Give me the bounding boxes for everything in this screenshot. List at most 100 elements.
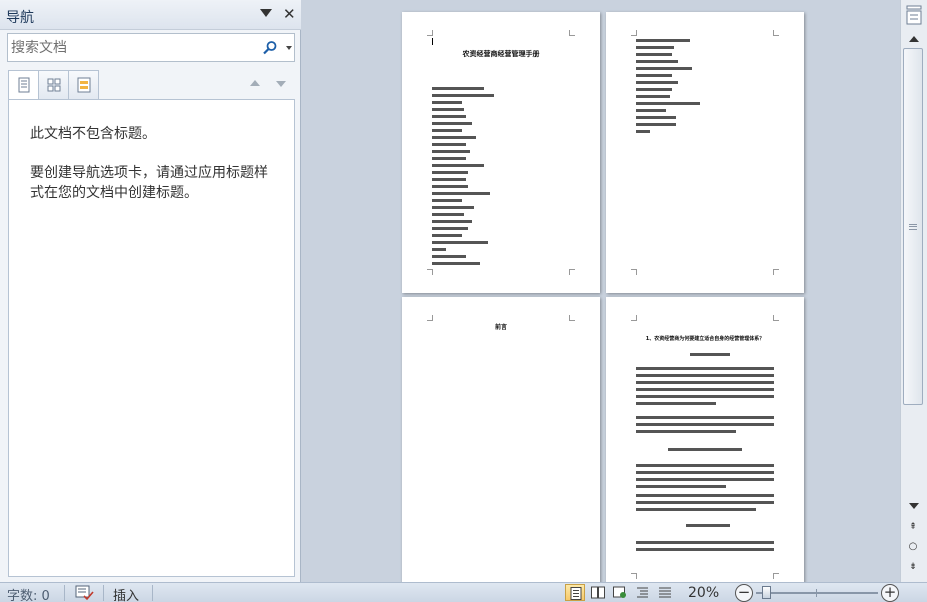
- text-line: [432, 178, 466, 181]
- text-line: [636, 501, 774, 504]
- crop-mark: [427, 315, 433, 321]
- nav-menu-dropdown-icon[interactable]: [260, 9, 272, 17]
- search-options-dropdown-icon[interactable]: [286, 46, 292, 50]
- grip-icon: [909, 224, 917, 230]
- text-line: [432, 129, 462, 132]
- text-line: [636, 39, 690, 42]
- text-line: [432, 115, 466, 118]
- ruler-toggle-icon[interactable]: [905, 4, 923, 26]
- previous-page-icon[interactable]: ⇞: [906, 520, 920, 534]
- crop-mark: [569, 315, 575, 321]
- no-headings-message: 此文档不包含标题。: [30, 126, 156, 142]
- zoom-out-button[interactable]: −: [735, 584, 753, 602]
- next-heading-icon[interactable]: [276, 81, 286, 87]
- tab-browse-headings[interactable]: [8, 70, 39, 100]
- text-line: [432, 164, 484, 167]
- document-page[interactable]: 1、农资经营商为何要建立适合自身的经营管理体系？: [606, 297, 804, 582]
- text-line: [432, 262, 480, 265]
- text-line: [636, 541, 774, 544]
- text-line: [668, 448, 742, 451]
- document-page[interactable]: [606, 12, 804, 293]
- text-line: [636, 109, 666, 112]
- text-line: [636, 74, 672, 77]
- search-icon[interactable]: [262, 40, 278, 56]
- vertical-scrollbar[interactable]: ⇞ ○ ⇟: [900, 0, 927, 582]
- text-line: [636, 494, 774, 497]
- text-line: [636, 53, 672, 56]
- crop-mark: [773, 573, 779, 579]
- text-line: [636, 102, 700, 105]
- draft-view-button[interactable]: [655, 584, 675, 601]
- document-page[interactable]: 农资经营商经营管理手册: [402, 12, 600, 293]
- crop-mark: [773, 315, 779, 321]
- crop-mark: [569, 30, 575, 36]
- full-screen-reading-view-button[interactable]: [588, 584, 608, 601]
- text-line: [432, 199, 462, 202]
- crop-mark: [631, 30, 637, 36]
- scroll-down-arrow-icon[interactable]: [909, 503, 919, 509]
- text-line: [432, 185, 468, 188]
- previous-heading-icon[interactable]: [250, 80, 260, 86]
- text-line: [636, 464, 774, 467]
- text-line: [636, 388, 774, 391]
- print-layout-icon: [570, 587, 582, 600]
- create-headings-hint: 要创建导航选项卡，请通过应用标题样式在您的文档中创建标题。: [30, 165, 268, 201]
- scroll-thumb[interactable]: [903, 48, 923, 405]
- outline-view-button[interactable]: [633, 584, 653, 601]
- document-page[interactable]: 前言: [402, 297, 600, 582]
- zoom-slider[interactable]: [756, 592, 878, 594]
- close-icon[interactable]: ✕: [283, 5, 296, 23]
- zoom-level[interactable]: 20%: [688, 585, 719, 601]
- text-line: [432, 150, 470, 153]
- text-line: [432, 213, 464, 216]
- status-divider: [64, 585, 65, 601]
- text-line: [636, 67, 692, 70]
- text-line: [636, 395, 774, 398]
- navigation-pane: 导航 ✕ 此: [0, 0, 301, 582]
- word-count[interactable]: 字数: 0: [7, 585, 50, 602]
- text-line: [636, 402, 716, 405]
- text-line: [432, 248, 446, 251]
- tab-browse-results[interactable]: [68, 70, 99, 100]
- text-line: [686, 524, 730, 527]
- crop-mark: [773, 30, 779, 36]
- text-line: [690, 353, 730, 356]
- text-line: [636, 81, 678, 84]
- crop-mark: [427, 30, 433, 36]
- text-line: [636, 416, 774, 419]
- insert-mode-indicator[interactable]: 插入: [113, 585, 139, 602]
- draft-icon: [659, 587, 671, 598]
- proofing-check-icon[interactable]: [74, 584, 94, 601]
- tab-browse-pages[interactable]: [38, 70, 69, 100]
- search-input[interactable]: [11, 37, 251, 58]
- crop-mark: [569, 269, 575, 275]
- text-line: [432, 136, 476, 139]
- text-line: [432, 143, 466, 146]
- print-layout-view-button[interactable]: [565, 584, 585, 601]
- text-line: [636, 130, 650, 133]
- status-bar: 字数: 0 插入 20% − +: [0, 582, 927, 602]
- text-line: [636, 88, 672, 91]
- web-layout-icon: [613, 586, 626, 598]
- text-line: [432, 171, 468, 174]
- text-line: [636, 548, 774, 551]
- text-line: [432, 206, 474, 209]
- text-line: [636, 508, 756, 511]
- crop-mark: [631, 315, 637, 321]
- select-browse-object-icon[interactable]: ○: [906, 540, 920, 554]
- document-area[interactable]: 农资经营商经营管理手册 前言 1、农资经营商为何要建立适合自身的经营管理体系？: [302, 0, 900, 582]
- zoom-slider-thumb[interactable]: [762, 586, 771, 599]
- next-page-icon[interactable]: ⇟: [906, 560, 920, 574]
- text-line: [432, 122, 472, 125]
- crop-mark: [773, 269, 779, 275]
- scroll-up-arrow-icon[interactable]: [909, 36, 919, 42]
- web-layout-view-button[interactable]: [610, 584, 630, 601]
- text-line: [432, 241, 488, 244]
- crop-mark: [427, 269, 433, 275]
- zoom-in-button[interactable]: +: [881, 584, 899, 602]
- outline-icon: [637, 587, 648, 598]
- text-line: [636, 381, 774, 384]
- search-box[interactable]: [7, 33, 295, 62]
- text-line: [636, 485, 726, 488]
- nav-title-bar: 导航 ✕: [0, 0, 301, 30]
